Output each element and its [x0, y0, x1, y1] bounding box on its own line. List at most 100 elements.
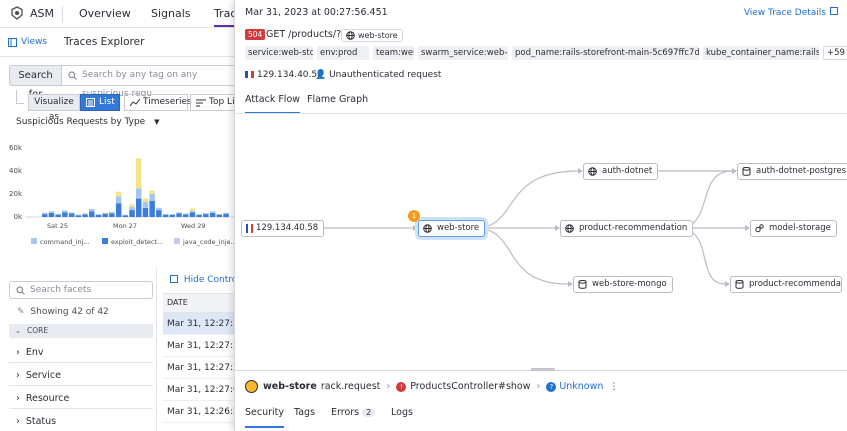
facet-status[interactable]: › Status — [16, 416, 56, 427]
client-ip[interactable]: 129.134.40.58 — [257, 70, 323, 80]
facet-search-placeholder: Search facets — [30, 285, 92, 295]
chart-bar — [129, 206, 135, 210]
flow-node-web-store[interactable]: web-store — [418, 220, 486, 237]
tab-overview[interactable]: Overview — [79, 7, 131, 20]
chevron-right-icon: › — [16, 370, 20, 381]
facet-count[interactable]: ✎ Showing 42 of 42 — [17, 307, 109, 317]
app-name: ASM — [30, 7, 54, 20]
x-tick-label: Mon 27 — [113, 222, 137, 230]
service-chip[interactable]: web-store — [341, 29, 403, 42]
asm-logo-icon — [11, 6, 23, 20]
chart-bar — [75, 215, 82, 217]
search-icon — [68, 71, 77, 80]
chevron-down-icon: ▼ — [154, 118, 160, 126]
chart-bar — [223, 213, 229, 217]
flow-node-product-recommendation-db[interactable]: product-recommendatio... — [730, 276, 842, 293]
flow-node-auth-dotnet-postgres[interactable]: auth-dotnet-postgres — [737, 163, 847, 180]
tab-errors[interactable]: Errors 2 — [331, 407, 376, 418]
chart-bar — [203, 214, 209, 217]
table-row[interactable]: Mar 31, 12:27:04 a — [163, 379, 240, 401]
chart-bar — [55, 214, 61, 217]
panel-divider — [156, 268, 157, 431]
facet-search-input[interactable]: Search facets — [9, 281, 153, 299]
tab-security[interactable]: Security — [245, 407, 285, 428]
chart-bar — [129, 210, 135, 217]
flow-node-model-storage[interactable]: model-storage — [750, 220, 837, 237]
trace-timestamp: Mar 31, 2023 at 00:27:56.451 — [245, 7, 388, 18]
facet-resource[interactable]: › Resource — [16, 393, 69, 404]
database-icon — [578, 280, 587, 289]
table-row[interactable]: Mar 31, 12:27:26 a — [163, 335, 240, 357]
facet-service[interactable]: › Service — [16, 370, 61, 381]
tag-pill[interactable]: kube_container_name:rails-s... — [703, 46, 819, 60]
chart-bar — [109, 213, 115, 217]
tab-attack-flow[interactable]: Attack Flow — [245, 94, 301, 114]
table-row[interactable]: Mar 31, 12:27:56 a — [163, 313, 240, 335]
auth-status-label: Unauthenticated request — [329, 70, 442, 80]
flow-node-client[interactable]: 129.134.40.58 — [241, 220, 325, 237]
table-row[interactable]: Mar 31, 12:27:26 a — [163, 357, 240, 379]
facet-label: Env — [25, 347, 44, 358]
table-row[interactable]: Mar 31, 12:26:27 a — [163, 401, 240, 423]
flow-node-label: web-store-mongo — [592, 279, 667, 289]
more-options-icon[interactable]: ⋮ — [609, 381, 619, 392]
tab-flame-graph[interactable]: Flame Graph — [307, 94, 368, 105]
tab-logs[interactable]: Logs — [391, 407, 413, 418]
visualize-list-button[interactable]: List — [80, 94, 120, 111]
breadcrumb-resource[interactable]: ProductsController#show — [410, 381, 530, 392]
breadcrumb-service[interactable]: web-store — [263, 381, 317, 392]
more-tags-button[interactable]: +59 — [823, 46, 847, 60]
external-link-icon[interactable] — [830, 7, 838, 15]
tab-tags[interactable]: Tags — [294, 407, 315, 418]
tag-pill[interactable]: swarm_service:web-store — [418, 46, 508, 60]
tag-pill[interactable]: pod_name:rails-storefront-main-5c697ffc7… — [512, 46, 699, 60]
chart-bar — [169, 214, 176, 215]
flow-node-product-recommendation[interactable]: product-recommendation — [560, 220, 694, 237]
chart-bar — [169, 214, 176, 217]
views-button[interactable]: Views — [8, 37, 47, 47]
chart-bar — [162, 214, 169, 217]
chevron-right-icon: › — [536, 381, 541, 392]
facet-env[interactable]: › Env — [16, 347, 43, 358]
chevron-down-icon: ⌄ — [15, 327, 21, 335]
tag-pill[interactable]: team:web — [373, 46, 414, 60]
facet-divider — [9, 362, 153, 363]
resize-handle[interactable] — [531, 368, 555, 371]
flow-node-label: auth-dotnet — [602, 166, 653, 176]
visualize-toplist-button[interactable]: Top List — [190, 94, 240, 111]
facet-group-core[interactable]: ⌄ CORE — [9, 324, 153, 338]
chart-bar — [149, 200, 155, 217]
flow-node-label: auth-dotnet-postgres — [756, 166, 847, 176]
chart-bar — [183, 213, 189, 215]
errors-count-badge: 2 — [362, 408, 376, 417]
breadcrumb-unknown[interactable]: Unknown — [559, 381, 603, 392]
chart-bar — [42, 214, 48, 217]
chart-title: Suspicious Requests by Type — [16, 117, 146, 127]
chart-bar — [196, 214, 202, 217]
chart-bar — [136, 158, 142, 189]
chart-bar — [42, 212, 48, 215]
chart-bar — [102, 214, 108, 217]
chart-bar — [136, 188, 142, 199]
date-column-header[interactable]: DATE — [163, 293, 240, 313]
chevron-right-icon: › — [16, 393, 20, 404]
flow-node-web-store-mongo[interactable]: web-store-mongo — [573, 276, 673, 293]
page-title: Traces Explorer — [64, 36, 145, 48]
suspicious-requests-chart[interactable]: 60k 40k 20k 0k Sat 25 Mon 27 Wed 29 comm… — [0, 138, 240, 253]
flow-node-auth-dotnet[interactable]: auth-dotnet — [583, 163, 659, 180]
search-for-label[interactable]: Search for — [9, 65, 62, 100]
tag-pill[interactable]: env:prod — [317, 46, 369, 60]
tag-pill[interactable]: service:web-store — [245, 46, 313, 60]
chart-bar — [115, 196, 122, 204]
visualize-timeseries-button[interactable]: Timeseries — [124, 94, 192, 111]
view-trace-details-link[interactable]: View Trace Details — [744, 8, 826, 18]
facet-divider — [9, 408, 153, 409]
tab-signals[interactable]: Signals — [151, 7, 191, 20]
chart-type-dropdown[interactable]: Suspicious Requests by Type ▼ — [16, 117, 159, 127]
globe-icon — [423, 224, 432, 233]
search-input[interactable]: Search by any tag on any suspicious requ — [62, 65, 242, 99]
chart-bar — [68, 212, 75, 214]
chart-bar — [82, 213, 88, 215]
user-icon: 👤 — [315, 70, 327, 80]
y-tick-label: 20k — [9, 190, 23, 198]
